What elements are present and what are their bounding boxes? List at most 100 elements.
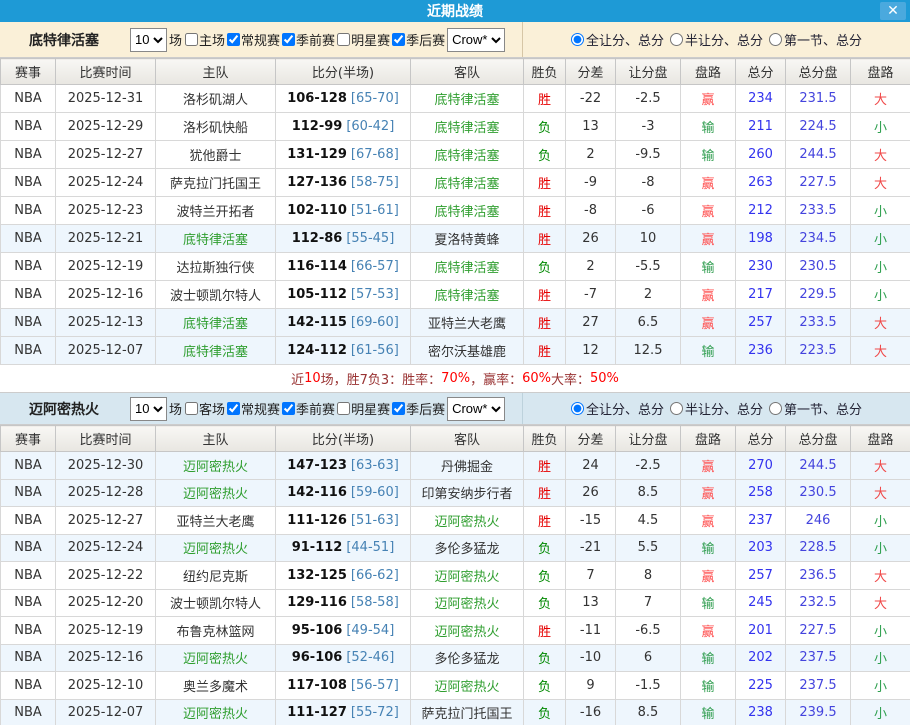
cell-total-line: 236.5 [786,562,851,590]
cell-league: NBA [1,225,56,253]
cell-total: 257 [736,562,786,590]
cell-league: NBA [1,113,56,141]
market-scope-radio[interactable] [670,33,683,46]
filter-checkbox-label: 常规赛 [241,399,280,418]
column-header: 主队 [156,426,276,452]
cell-handicap-result: 赢 [681,225,736,253]
half-score-value: [55-72] [351,705,399,720]
half-score-value: [69-60] [351,315,399,330]
close-button[interactable]: ✕ [880,2,906,20]
filter-checkbox[interactable] [337,33,350,46]
filter-checkbox-item[interactable]: 季前赛 [280,30,335,49]
cell-home-team: 犹他爵士 [156,141,276,169]
results-table: 赛事比赛时间主队比分(半场)客队胜负分差让分盘盘路总分总分盘盘路 NBA2025… [0,425,910,725]
half-score-value: [52-46] [346,650,394,665]
market-scope-radio-item[interactable]: 全让分、总分 [571,399,664,418]
cell-date: 2025-12-24 [56,169,156,197]
cell-total: 230 [736,253,786,281]
score-value: 106-128 [287,91,347,106]
cell-league: NBA [1,169,56,197]
filter-controls: 底特律活塞 10 场 主场常规赛季前赛明星赛季后赛 Crow* [0,22,523,57]
cell-score: 95-106[49-54] [276,617,411,645]
filter-checkbox-item[interactable]: 季后赛 [390,399,445,418]
summary-text: 场，胜7负3：胜率： [321,369,442,388]
market-scope-radios: 全让分、总分 半让分、总分 第一节、总分 [523,22,910,57]
cell-date: 2025-12-20 [56,589,156,617]
filter-checkbox-item[interactable]: 常规赛 [225,399,280,418]
cell-home-team: 达拉斯独行侠 [156,253,276,281]
filter-checkbox[interactable] [185,33,198,46]
games-count-select[interactable]: 10 [130,397,167,421]
filter-checkbox[interactable] [227,402,240,415]
bookmaker-select[interactable]: Crow* [447,397,505,421]
filter-checkbox-item[interactable]: 季后赛 [390,30,445,49]
cell-result: 胜 [524,309,566,337]
column-header: 比赛时间 [56,59,156,85]
cell-total-line: 227.5 [786,617,851,645]
cell-result: 负 [524,644,566,672]
column-header: 胜负 [524,59,566,85]
filter-checkbox-item[interactable]: 客场 [183,399,225,418]
filter-checkbox-item[interactable]: 常规赛 [225,30,280,49]
filter-checkbox[interactable] [185,402,198,415]
cell-result: 胜 [524,507,566,535]
cell-date: 2025-12-19 [56,617,156,645]
cell-date: 2025-12-07 [56,699,156,725]
market-scope-radio-label: 半让分、总分 [685,30,763,49]
column-header: 总分 [736,59,786,85]
filter-checkbox[interactable] [392,33,405,46]
games-count-select[interactable]: 10 [130,28,167,52]
cell-point-diff: -22 [566,85,616,113]
bookmaker-select[interactable]: Crow* [447,28,505,52]
filter-checkbox[interactable] [282,402,295,415]
cell-total-line: 233.5 [786,197,851,225]
cell-point-diff: -8 [566,197,616,225]
market-scope-radio-item[interactable]: 第一节、总分 [769,30,862,49]
cell-point-diff: 12 [566,337,616,365]
filter-checkbox[interactable] [337,402,350,415]
market-scope-radio[interactable] [769,402,782,415]
cell-away-team: 亚特兰大老鹰 [411,309,524,337]
filter-checkbox[interactable] [392,402,405,415]
cell-total-line: 237.5 [786,644,851,672]
filter-checkbox-item[interactable]: 主场 [183,30,225,49]
filter-checkbox[interactable] [227,33,240,46]
market-scope-radio-label: 第一节、总分 [784,30,862,49]
score-value: 132-125 [287,568,347,583]
table-row: NBA2025-12-07底特律活塞124-112[61-56]密尔沃基雄鹿胜1… [1,337,910,365]
filter-checkbox-item[interactable]: 明星赛 [335,399,390,418]
table-row: NBA2025-12-28迈阿密热火142-116[59-60]印第安纳步行者胜… [1,479,910,507]
market-scope-radio[interactable] [571,33,584,46]
cell-total-line: 237.5 [786,672,851,700]
market-scope-radio-item[interactable]: 全让分、总分 [571,30,664,49]
cell-point-diff: -16 [566,699,616,725]
cell-point-diff: -9 [566,169,616,197]
cell-home-team: 萨克拉门托国王 [156,169,276,197]
score-value: 117-108 [287,678,347,693]
cell-handicap-result: 输 [681,589,736,617]
half-score-value: [55-45] [346,231,394,246]
cell-handicap: -8 [616,169,681,197]
column-header: 赛事 [1,59,56,85]
filter-checkbox-item[interactable]: 季前赛 [280,399,335,418]
cell-handicap: -1.5 [616,672,681,700]
market-scope-radio[interactable] [571,402,584,415]
market-scope-radio-item[interactable]: 第一节、总分 [769,399,862,418]
cell-handicap: 8 [616,562,681,590]
filter-checkbox-label: 季前赛 [296,399,335,418]
market-scope-radio-item[interactable]: 半让分、总分 [670,30,763,49]
table-row: NBA2025-12-29洛杉矶快船112-99[60-42]底特律活塞负13-… [1,113,910,141]
market-scope-radio[interactable] [769,33,782,46]
score-value: 131-129 [287,147,347,162]
market-scope-radio[interactable] [670,402,683,415]
cell-score: 142-116[59-60] [276,479,411,507]
cell-handicap: 12.5 [616,337,681,365]
filter-checkbox[interactable] [282,33,295,46]
cell-home-team: 底特律活塞 [156,337,276,365]
cell-handicap-result: 赢 [681,507,736,535]
market-scope-radio-item[interactable]: 半让分、总分 [670,399,763,418]
column-header: 客队 [411,59,524,85]
filter-checkbox-item[interactable]: 明星赛 [335,30,390,49]
cell-away-team: 丹佛掘金 [411,452,524,480]
games-suffix-label: 场 [169,30,182,49]
